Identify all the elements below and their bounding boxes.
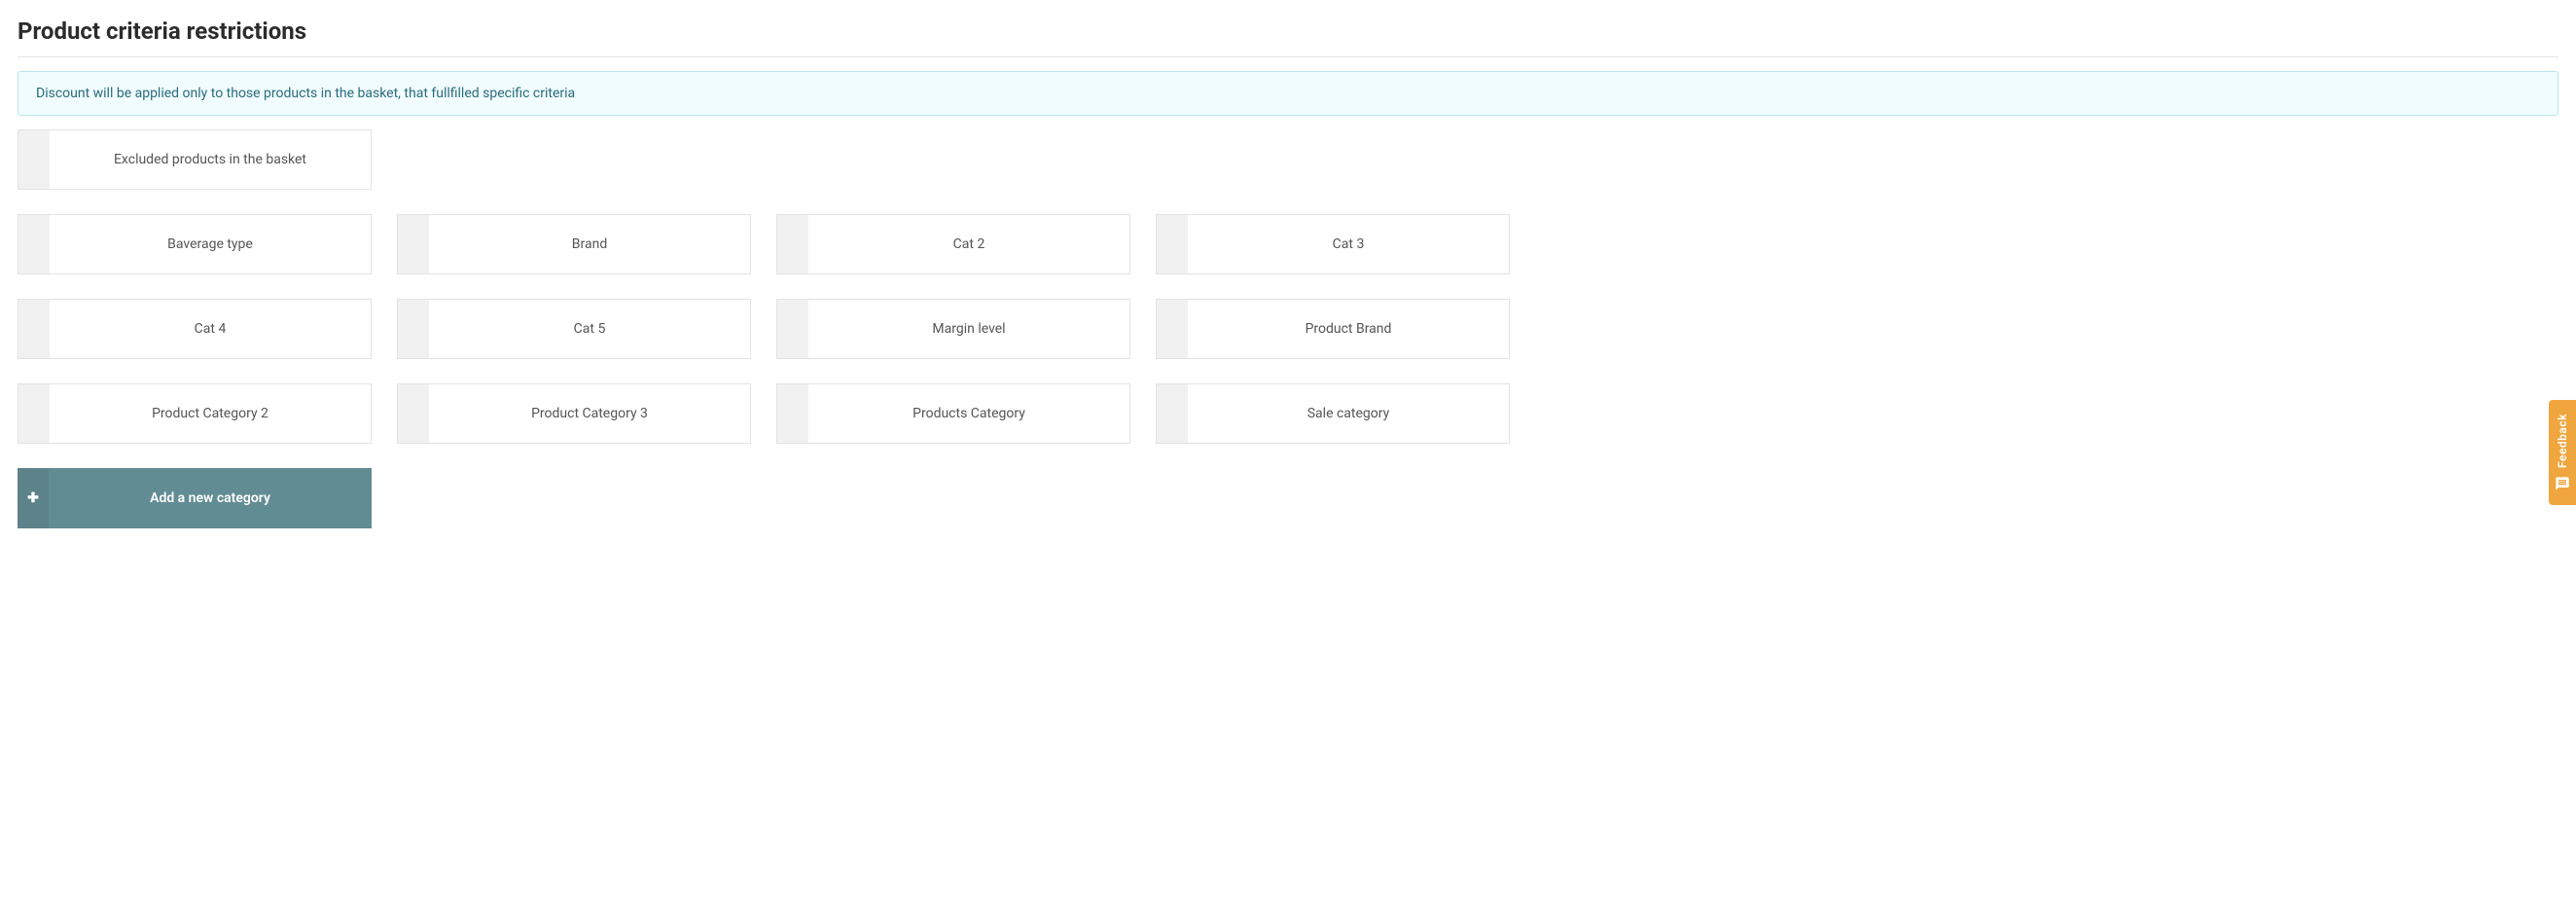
card-label: Excluded products in the basket: [50, 130, 371, 189]
info-banner-text: Discount will be applied only to those p…: [36, 86, 575, 101]
card-handle: [398, 384, 429, 443]
feedback-icon: [2555, 476, 2570, 491]
card-handle: [777, 300, 808, 358]
card-label: Cat 2: [808, 215, 1129, 273]
card-label: Margin level: [808, 300, 1129, 358]
card-label: Cat 3: [1188, 215, 1509, 273]
card-label: Cat 5: [429, 300, 750, 358]
category-card-cat-4[interactable]: Cat 4: [18, 299, 372, 359]
card-label: Brand: [429, 215, 750, 273]
card-handle: [18, 300, 50, 358]
category-card-cat-2[interactable]: Cat 2: [776, 214, 1130, 274]
info-banner: Discount will be applied only to those p…: [18, 71, 2558, 116]
add-category-button[interactable]: ✚ Add a new category: [18, 468, 372, 528]
card-handle: [18, 130, 50, 189]
card-label: Product Brand: [1188, 300, 1509, 358]
card-label: Cat 4: [50, 300, 371, 358]
card-handle: [777, 384, 808, 443]
category-card-product-brand[interactable]: Product Brand: [1156, 299, 1510, 359]
category-card-product-category-2[interactable]: Product Category 2: [18, 383, 372, 444]
card-handle: [777, 215, 808, 273]
category-card-brand[interactable]: Brand: [397, 214, 751, 274]
card-handle: [18, 215, 50, 273]
category-card-margin-level[interactable]: Margin level: [776, 299, 1130, 359]
category-card-product-category-3[interactable]: Product Category 3: [397, 383, 751, 444]
plus-icon-zone: ✚: [18, 468, 49, 528]
page-title: Product criteria restrictions: [18, 18, 2558, 45]
category-card-sale-category[interactable]: Sale category: [1156, 383, 1510, 444]
card-label: Products Category: [808, 384, 1129, 443]
card-handle: [1157, 300, 1188, 358]
card-label: Baverage type: [50, 215, 371, 273]
category-card-products-category[interactable]: Products Category: [776, 383, 1130, 444]
card-handle: [1157, 384, 1188, 443]
feedback-tab[interactable]: Feedback: [2549, 400, 2576, 505]
category-card-cat-5[interactable]: Cat 5: [397, 299, 751, 359]
card-handle: [1157, 215, 1188, 273]
card-label: Product Category 3: [429, 384, 750, 443]
excluded-products-card[interactable]: Excluded products in the basket: [18, 129, 372, 190]
card-handle: [398, 300, 429, 358]
card-label: Sale category: [1188, 384, 1509, 443]
category-card-cat-3[interactable]: Cat 3: [1156, 214, 1510, 274]
card-label: Product Category 2: [50, 384, 371, 443]
card-handle: [398, 215, 429, 273]
add-button-label: Add a new category: [49, 468, 372, 528]
card-handle: [18, 384, 50, 443]
category-card-baverage-type[interactable]: Baverage type: [18, 214, 372, 274]
feedback-label: Feedback: [2556, 414, 2569, 468]
section-divider: [18, 56, 2558, 57]
plus-icon: ✚: [27, 490, 39, 506]
